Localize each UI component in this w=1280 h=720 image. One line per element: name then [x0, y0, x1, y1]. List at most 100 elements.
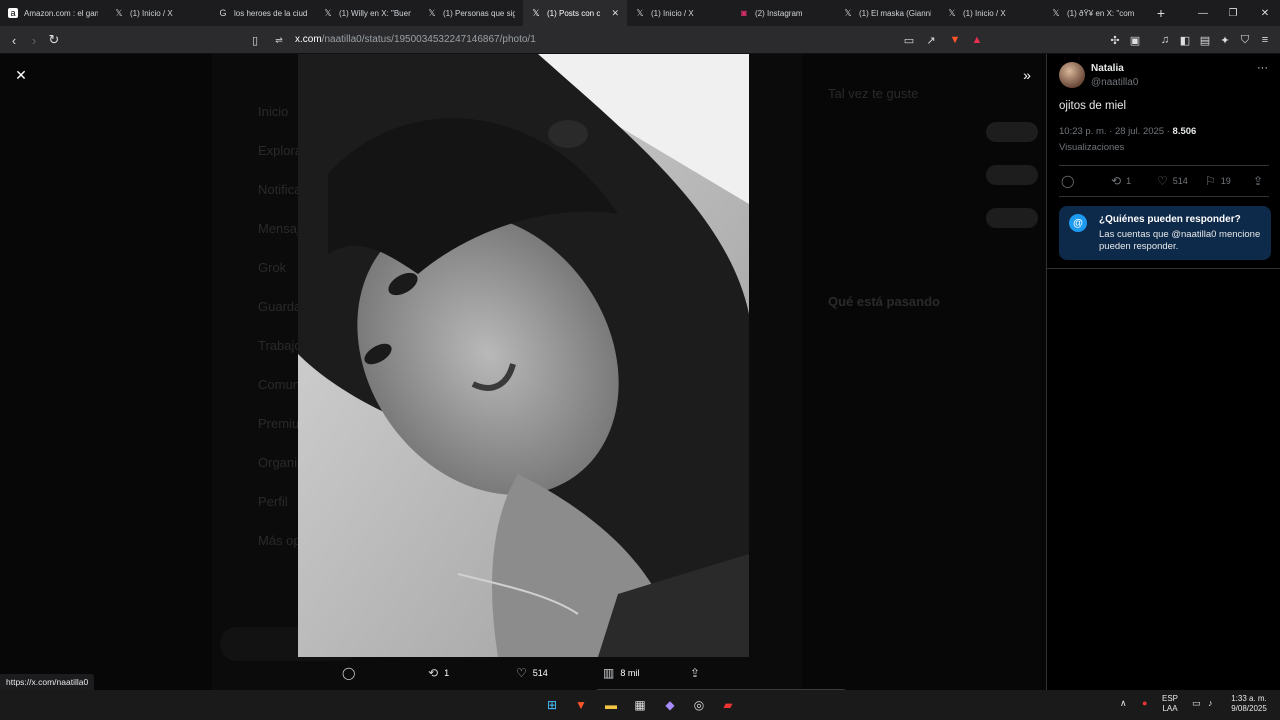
tweet-photo: [298, 54, 749, 657]
tab-title: Amazon.com : el gamer: [24, 8, 98, 18]
retweet-icon: ⟲: [428, 666, 439, 680]
window-close-icon[interactable]: ✕: [1250, 0, 1280, 26]
more-options-icon[interactable]: ···: [1257, 62, 1268, 74]
file-explorer-icon[interactable]: ▬: [601, 695, 621, 715]
reply-button[interactable]: ◯: [1061, 174, 1074, 188]
retweet-button[interactable]: ⟲ 1: [1111, 174, 1131, 188]
tweet-metadata: 10:23 p. m. · 28 jul. 2025 · 8.506: [1059, 126, 1196, 137]
amazon-icon: a: [8, 8, 18, 18]
media-icon[interactable]: ♫: [1158, 33, 1172, 47]
viewer-views-button[interactable]: ▥ 8 mil: [603, 666, 639, 680]
bookmark-page-icon[interactable]: ▯: [248, 33, 262, 47]
viewer-action-bar: ◯ ⟲ 1 ♡ 514 ▥ 8 mil ⇪: [298, 662, 749, 686]
browser-tab[interactable]: 𝕏 (1) ðŸ¥ en X: "com: [1043, 0, 1147, 26]
user-handle[interactable]: @naatilla0: [1091, 77, 1138, 88]
reply-restriction-notice: @ ¿Quiénes pueden responder? Las cuentas…: [1059, 206, 1271, 260]
like-button[interactable]: ♡ 514: [1157, 174, 1188, 188]
share-icon: ⇪: [690, 666, 701, 680]
share-button[interactable]: ⇪: [1253, 174, 1263, 188]
wallet-extension-icon[interactable]: ▣: [1128, 33, 1142, 47]
x-logo-icon: 𝕏: [948, 7, 956, 18]
browser-tab[interactable]: 𝕏 (1) Posts con c ✕: [523, 0, 627, 26]
display-name[interactable]: Natalia: [1091, 63, 1124, 74]
expand-panel-icon[interactable]: »: [1016, 64, 1038, 86]
browser-tab[interactable]: a Amazon.com : el gamer: [0, 0, 106, 26]
leo-ai-icon[interactable]: ✦: [1218, 33, 1232, 47]
avatar[interactable]: [1059, 62, 1085, 88]
browser-tab[interactable]: 𝕏 (1) Personas que sig: [419, 0, 523, 26]
language-indicator[interactable]: ESP LAA: [1162, 694, 1178, 714]
tray-chevron-icon[interactable]: ∧: [1120, 698, 1127, 708]
tweet-detail-panel: Natalia @naatilla0 ··· ojitos de miel 10…: [1046, 54, 1280, 690]
reply-restriction-body: Las cuentas que @naatilla0 mencione pued…: [1099, 229, 1261, 252]
network-icon[interactable]: ▭: [1192, 698, 1201, 708]
viewer-share-button[interactable]: ⇪: [690, 666, 700, 680]
wallet-icon[interactable]: ▤: [1198, 33, 1212, 47]
heart-icon: ♡: [1157, 174, 1168, 188]
browser-tab[interactable]: Glos heroes de la ciudad: [210, 0, 315, 26]
x-logo-icon: 𝕏: [532, 7, 540, 18]
share-icon[interactable]: ↗: [924, 33, 938, 47]
background-news-title: Qué está pasando: [828, 294, 940, 309]
browser-tab[interactable]: 𝕏 (1) Inicio / X: [627, 0, 731, 26]
site-settings-icon[interactable]: ⇌: [272, 33, 286, 47]
background-follow-button: [986, 122, 1038, 142]
x-logo-icon: 𝕏: [115, 7, 123, 18]
reply-icon: ◯: [342, 666, 356, 680]
steam-icon[interactable]: ◎: [689, 695, 709, 715]
viewer-like-button[interactable]: ♡ 514: [516, 666, 548, 680]
system-clock[interactable]: 1:33 a. m. 9/08/2025: [1226, 694, 1272, 714]
tab-title: (1) Inicio / X: [130, 8, 173, 18]
tab-bar: a Amazon.com : el gamer 𝕏 (1) Inicio / X Glo…: [0, 0, 1280, 26]
google-icon: G: [219, 8, 227, 18]
game-controller-icon[interactable]: ◆: [660, 695, 680, 715]
restore-icon[interactable]: ❐: [1218, 0, 1248, 26]
viewer-retweet-button[interactable]: ⟲ 1: [428, 666, 449, 680]
tweet-timestamp[interactable]: 10:23 p. m. · 28 jul. 2025 ·: [1059, 126, 1173, 137]
reply-icon: ◯: [1061, 174, 1075, 188]
status-bar-url: https://x.com/naatilla0: [0, 674, 95, 690]
browser-tab[interactable]: 𝕏 (1) Willy en X: "Bueno: [315, 0, 419, 26]
x-logo-icon: 𝕏: [428, 7, 436, 18]
cast-icon[interactable]: ▭: [902, 33, 916, 47]
browser-tab[interactable]: 𝕏 (1) El maska (Gianni: [835, 0, 939, 26]
windows-start-icon[interactable]: ⊞: [542, 695, 562, 715]
microphone-icon[interactable]: ●: [1142, 698, 1147, 708]
vpn-icon[interactable]: ⛉: [1238, 33, 1252, 47]
tab-title: (1) ðŸ¥ en X: "com: [1067, 8, 1135, 18]
brave-rewards-icon[interactable]: ▲: [970, 33, 984, 47]
new-tab-icon[interactable]: +: [1151, 5, 1171, 21]
media-viewer: InicioExplorarNotificacionesMensajesGrok…: [0, 54, 1046, 690]
brave-shields-icon[interactable]: ▼: [948, 33, 962, 47]
x-logo-icon: 𝕏: [844, 7, 852, 18]
tweet-views-count: 8.506: [1172, 126, 1197, 137]
viewer-reply-button[interactable]: ◯: [342, 666, 361, 680]
browser-tab[interactable]: 𝕏 (1) Inicio / X: [939, 0, 1043, 26]
microsoft-store-icon[interactable]: ▦: [630, 695, 650, 715]
bar-chart-icon: ▥: [603, 666, 615, 680]
tab-title: (1) Willy en X: "Bueno: [339, 8, 411, 18]
menu-icon[interactable]: ≡: [1258, 33, 1272, 47]
brave-browser-icon[interactable]: ▼: [571, 695, 591, 715]
background-nav-item: Perfil: [258, 494, 288, 509]
close-tab-icon[interactable]: ✕: [605, 8, 619, 19]
close-viewer-icon[interactable]: ✕: [10, 64, 32, 86]
forward-icon[interactable]: ›: [26, 32, 42, 48]
background-nav-item: Inicio: [258, 104, 289, 119]
minimize-icon[interactable]: —: [1188, 0, 1218, 26]
back-icon[interactable]: ‹: [6, 32, 22, 48]
extensions-icon[interactable]: ✣: [1108, 33, 1122, 47]
tab-title: (1) Inicio / X: [651, 8, 694, 18]
app-icon[interactable]: ▰: [718, 695, 738, 715]
reload-icon[interactable]: ↻: [46, 32, 62, 48]
sidebar-icon[interactable]: ◧: [1178, 33, 1192, 47]
tab-title: (1) Posts con c: [547, 8, 601, 18]
volume-icon[interactable]: ♪: [1208, 698, 1213, 708]
bookmark-button[interactable]: ⚐ 19: [1205, 174, 1231, 188]
browser-tab[interactable]: 𝕏 (1) Inicio / X: [106, 0, 210, 26]
retweet-icon: ⟲: [1111, 174, 1122, 188]
browser-tab[interactable]: ◙ (2) Instagram: [731, 0, 835, 26]
url-field[interactable]: x.com/naatilla0/status/19500345322471468…: [295, 34, 536, 45]
divider: [1059, 196, 1269, 197]
tab-title: los heroes de la ciudad: [234, 8, 307, 18]
